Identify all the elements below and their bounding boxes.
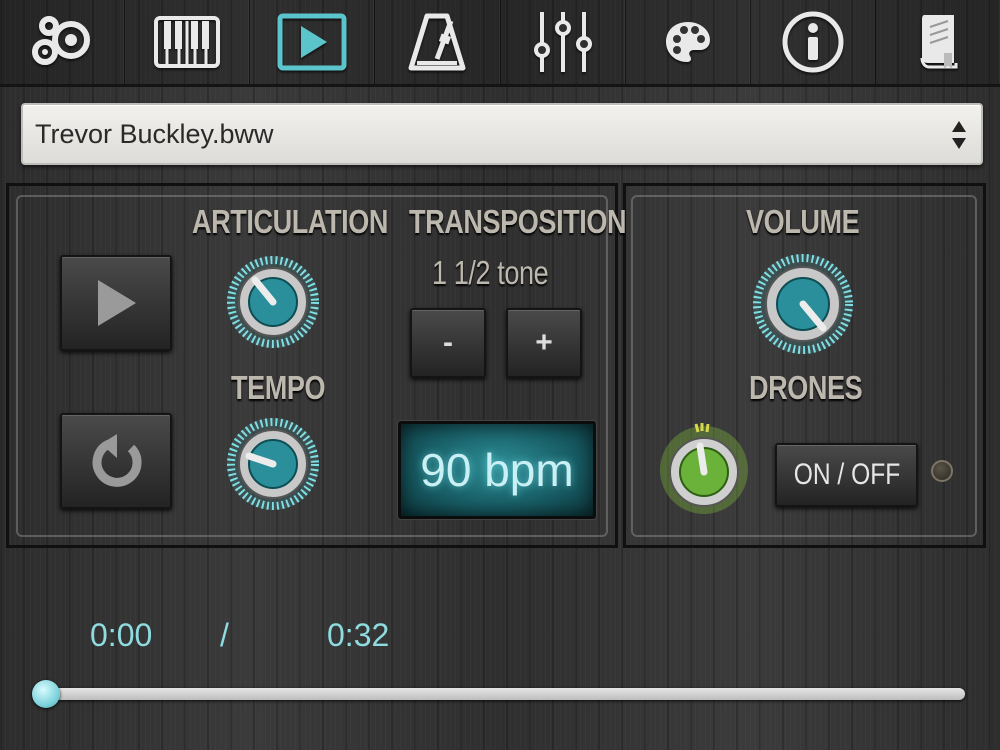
info-icon <box>782 11 844 73</box>
tune-file-select[interactable]: Trevor Buckley.bww <box>21 103 983 165</box>
volume-label: VOLUME <box>746 203 860 240</box>
progress-thumb[interactable] <box>32 680 60 708</box>
repeat-button[interactable] <box>60 413 172 509</box>
articulation-label: ARTICULATION <box>192 203 389 240</box>
current-time: 0:00 <box>90 617 153 653</box>
book-icon <box>920 15 958 69</box>
piano-keys-icon <box>154 16 221 68</box>
top-toolbar <box>0 0 1000 87</box>
tempo-label: TEMPO <box>231 369 326 406</box>
metronome-icon <box>408 13 466 71</box>
updown-arrows-icon <box>952 121 966 149</box>
transpose-down-button[interactable]: - <box>410 308 486 378</box>
articulation-knob[interactable] <box>225 254 321 350</box>
play-icon <box>98 280 136 326</box>
drones-status-led <box>931 460 953 482</box>
tab-metronome[interactable] <box>375 0 501 84</box>
repeat-icon <box>92 434 142 487</box>
transpose-up-button[interactable]: + <box>506 308 582 378</box>
drones-toggle-button[interactable]: ON / OFF <box>775 443 918 507</box>
time-separator: / <box>220 617 229 653</box>
transposition-label: TRANSPOSITION <box>409 203 627 240</box>
play-icon <box>277 13 347 71</box>
tab-mixer[interactable] <box>501 0 626 84</box>
tempo-value: 90 bpm <box>420 444 574 496</box>
file-select-value: Trevor Buckley.bww <box>35 119 274 149</box>
tempo-knob[interactable] <box>225 416 321 512</box>
tempo-display: 90 bpm <box>398 421 596 519</box>
play-button[interactable] <box>60 255 172 351</box>
mixer-sliders-icon <box>533 12 592 72</box>
tab-manual[interactable] <box>876 0 1000 84</box>
drones-knob[interactable] <box>656 422 752 518</box>
tab-theme[interactable] <box>626 0 751 84</box>
progress-track[interactable] <box>35 688 965 700</box>
drones-label: DRONES <box>749 369 863 406</box>
tab-piano[interactable] <box>125 0 251 84</box>
bagpipe-icon <box>32 16 91 65</box>
total-time: 0:32 <box>327 617 390 653</box>
tab-player[interactable] <box>250 0 376 84</box>
drones-toggle-label: ON / OFF <box>793 458 900 491</box>
palette-icon <box>665 22 710 62</box>
transposition-value: 1 1/2 tone <box>432 254 549 291</box>
tab-info[interactable] <box>751 0 876 84</box>
tab-bagpipe[interactable] <box>0 0 126 84</box>
transpose-up-label: + <box>535 326 553 359</box>
transpose-down-label: - <box>443 326 453 359</box>
volume-knob[interactable] <box>751 252 855 356</box>
